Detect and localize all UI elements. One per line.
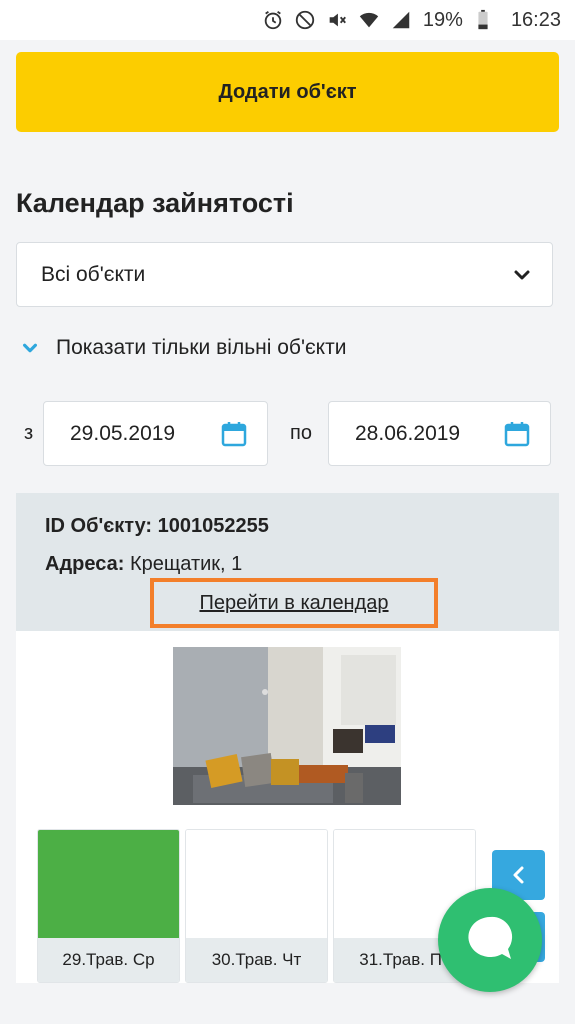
mute-icon <box>325 8 349 32</box>
date-from-label: з <box>24 422 34 444</box>
object-id-line: ID Об'єкту: 1001052255 <box>45 515 269 538</box>
checkmark-icon <box>16 334 44 362</box>
day-label: 29.Трав. Ср <box>38 938 179 982</box>
signal-icon <box>389 8 413 32</box>
object-address-value: Крещатик, 1 <box>129 553 243 575</box>
date-to-value: 28.06.2019 <box>355 421 461 445</box>
object-id-label: ID Об'єкту: <box>45 515 153 537</box>
date-to-label: по <box>290 422 312 444</box>
day-label: 30.Трав. Чт <box>186 938 327 982</box>
calendar-icon <box>504 422 530 447</box>
free-only-label: Показати тільки вільні об'єкти <box>56 336 347 359</box>
object-select-value: Всі об'єкти <box>41 262 146 286</box>
object-id-value: 1001052255 <box>157 515 269 537</box>
date-from-value: 29.05.2019 <box>70 421 176 445</box>
chat-icon <box>468 916 513 959</box>
day-status-empty <box>186 830 327 940</box>
date-to-input[interactable]: 28.06.2019 <box>328 401 551 466</box>
do-not-disturb-icon <box>293 8 317 32</box>
day-status-free <box>38 830 179 940</box>
section-title: Календар зайнятості <box>16 188 294 218</box>
status-time: 16:23 <box>510 8 561 31</box>
room-photo-illustration <box>173 647 401 805</box>
wifi-icon <box>357 8 381 32</box>
chevron-left-icon <box>513 866 523 884</box>
object-photo[interactable] <box>173 647 401 805</box>
chat-button[interactable] <box>438 888 542 992</box>
battery-percent: 19% <box>422 8 463 31</box>
free-only-checkbox[interactable]: Показати тільки вільні об'єкти <box>16 334 346 362</box>
object-select[interactable]: Всі об'єкти <box>16 242 553 307</box>
alarm-icon <box>261 8 285 32</box>
day-cell[interactable]: 30.Трав. Чт <box>185 829 328 983</box>
object-address-label: Адреса: <box>45 553 125 575</box>
battery-icon <box>471 8 495 32</box>
add-object-button[interactable]: Додати об'єкт <box>16 52 559 132</box>
calendar-icon <box>221 422 247 447</box>
go-to-calendar-link[interactable]: Перейти в календар <box>150 578 438 628</box>
object-address-line: Адреса: Крещатик, 1 <box>45 553 242 576</box>
status-bar: 19% 16:23 <box>0 0 575 40</box>
day-cell[interactable]: 29.Трав. Ср <box>37 829 180 983</box>
chevron-down-icon <box>514 270 530 280</box>
date-from-input[interactable]: 29.05.2019 <box>43 401 268 466</box>
